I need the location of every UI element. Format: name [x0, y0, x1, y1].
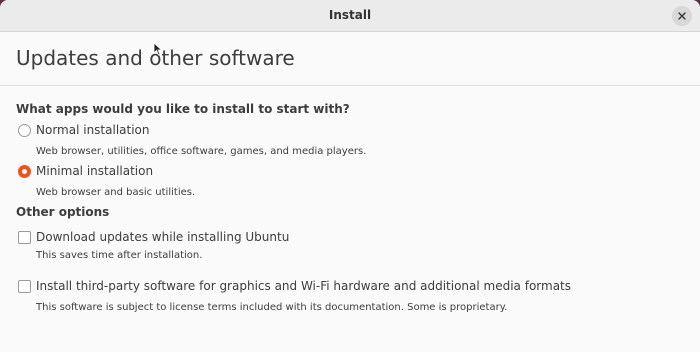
page-title: Updates and other software [16, 46, 295, 70]
download-updates-label[interactable]: Download updates while installing Ubuntu [36, 230, 289, 244]
download-updates-description: This saves time after installation. [36, 250, 203, 261]
installer-window: Install Updates and other software What … [0, 0, 700, 352]
window-title: Install [328, 8, 372, 22]
third-party-software-description: This software is subject to license term… [36, 302, 508, 313]
title-bar: Install [0, 0, 700, 32]
apps-question-label: What apps would you like to install to s… [16, 102, 350, 116]
page-header: Updates and other software [0, 32, 700, 86]
normal-installation-description: Web browser, utilities, office software,… [36, 146, 367, 157]
close-icon [678, 12, 686, 20]
third-party-software-label[interactable]: Install third-party software for graphic… [36, 279, 571, 293]
radio-checked[interactable] [18, 164, 31, 178]
third-party-software-checkbox[interactable]: Install third-party software for graphic… [18, 279, 571, 293]
other-options-heading: Other options [16, 205, 110, 219]
normal-installation-radio[interactable]: Normal installation [18, 123, 150, 137]
checkbox-unchecked[interactable] [18, 230, 31, 244]
minimal-installation-description: Web browser and basic utilities. [36, 187, 196, 198]
download-updates-checkbox[interactable]: Download updates while installing Ubuntu [18, 230, 289, 244]
checkbox-unchecked[interactable] [18, 279, 31, 293]
radio-unchecked[interactable] [18, 123, 31, 137]
minimal-installation-radio[interactable]: Minimal installation [18, 164, 153, 178]
normal-installation-label[interactable]: Normal installation [36, 123, 150, 137]
close-button[interactable] [672, 6, 692, 26]
minimal-installation-label[interactable]: Minimal installation [36, 164, 153, 178]
